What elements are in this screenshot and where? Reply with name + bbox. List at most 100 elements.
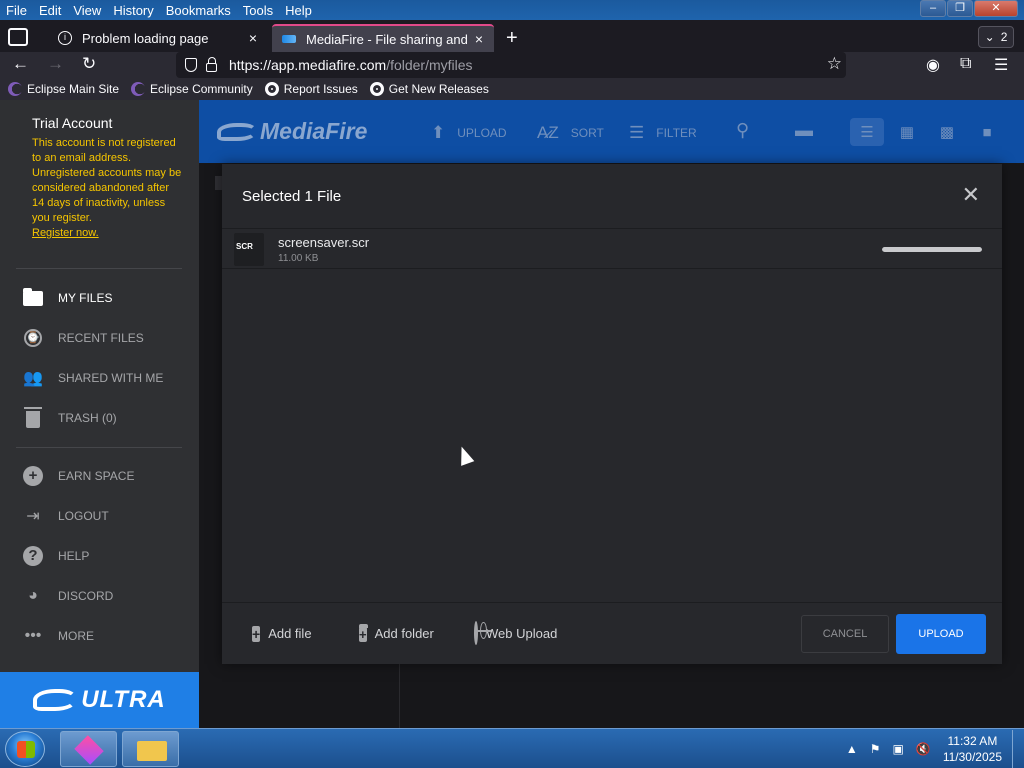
file-size: 11.00 KB [278, 253, 319, 264]
menu-history[interactable]: History [107, 3, 159, 18]
bookmark-report-issues[interactable]: Report Issues [264, 82, 358, 96]
add-file-label: Add file [268, 626, 312, 641]
sort-az-icon: A̷Z [537, 123, 559, 142]
tab-problem-loading[interactable]: i Problem loading page × [48, 24, 268, 52]
taskbar-explorer[interactable] [122, 731, 179, 767]
sidebar-item-trash[interactable]: TRASH (0) [22, 407, 117, 429]
menu-bookmarks[interactable]: Bookmarks [160, 3, 237, 18]
sidebar-item-more[interactable]: ••• MORE [22, 625, 94, 647]
tab-mediafire[interactable]: MediaFire - File sharing and storage × [272, 24, 494, 52]
tab-list-icon[interactable] [8, 28, 28, 46]
folder-icon [22, 287, 44, 309]
search-icon[interactable]: ⚲ [736, 120, 756, 140]
globe-icon [474, 621, 478, 645]
tracking-shield-icon[interactable] [185, 58, 197, 72]
single-view-icon[interactable]: ■ [970, 118, 1004, 146]
restore-button[interactable]: ❐ [947, 0, 973, 17]
cancel-button[interactable]: CANCEL [801, 615, 889, 653]
sidebar-item-recent-files[interactable]: ⌚ RECENT FILES [22, 327, 144, 349]
menu-view[interactable]: View [67, 3, 107, 18]
sort-toolbar-button[interactable]: A̷Z SORT [537, 123, 604, 143]
minimize-button[interactable]: – [920, 0, 946, 17]
menu-file[interactable]: File [0, 3, 33, 18]
taskbar-firefox[interactable] [60, 731, 117, 767]
start-button[interactable] [5, 731, 45, 767]
small-grid-view-icon[interactable]: ▦ [890, 118, 924, 146]
forward-icon[interactable]: → [47, 54, 64, 74]
account-icon[interactable]: ◉ [926, 55, 940, 75]
tray-expand-icon[interactable]: ▲ [846, 742, 858, 756]
tab-close-icon[interactable]: × [470, 31, 488, 47]
network-icon[interactable]: ▣ [893, 742, 904, 756]
navigation-bar: ← → ↻ https://app.mediafire.com/folder/m… [0, 52, 1024, 78]
url-bar[interactable]: https://app.mediafire.com/folder/myfiles… [176, 52, 846, 78]
new-folder-icon[interactable]: ▬ [795, 120, 815, 140]
firefox-icon [74, 735, 104, 765]
sidebar-item-label: MY FILES [58, 291, 113, 305]
action-center-icon[interactable]: ⚑ [870, 742, 881, 756]
hamburger-menu-icon[interactable]: ☰ [994, 55, 1008, 75]
sidebar-item-label: DISCORD [58, 589, 114, 603]
add-folder-icon: + [359, 627, 367, 642]
menu-help[interactable]: Help [279, 3, 318, 18]
upload-toolbar-button[interactable]: ⬆ UPLOAD [431, 123, 507, 143]
sort-label: SORT [570, 126, 604, 140]
add-file-icon: + [252, 626, 261, 642]
add-folder-button[interactable]: + Add folder [359, 623, 434, 644]
sidebar-divider [16, 447, 182, 448]
info-icon: i [58, 31, 72, 45]
tab-label: MediaFire - File sharing and storage [306, 31, 470, 47]
new-tab-icon[interactable]: + [506, 27, 518, 50]
large-grid-view-icon[interactable]: ▩ [930, 118, 964, 146]
filter-label: FILTER [656, 126, 697, 140]
mediafire-logo[interactable]: MediaFire [217, 118, 367, 145]
bookmark-eclipse-community[interactable]: Eclipse Community [131, 82, 253, 96]
sidebar-item-discord[interactable]: ◕ DISCORD [22, 585, 113, 607]
mediafire-flame-icon [33, 689, 78, 711]
close-icon[interactable]: ✕ [962, 182, 980, 208]
tab-close-icon[interactable]: × [244, 30, 262, 46]
file-list-item[interactable]: SCR screensaver.scr 11.00 KB [222, 229, 1002, 269]
github-icon [264, 82, 279, 96]
file-type-badge: SCR [235, 242, 254, 251]
filter-toolbar-button[interactable]: ☰ FILTER [629, 123, 697, 143]
reload-icon[interactable]: ↻ [82, 54, 96, 74]
sidebar-item-shared[interactable]: 👥 SHARED WITH ME [22, 367, 163, 389]
bookmark-label: Eclipse Community [150, 82, 253, 96]
volume-muted-icon[interactable]: 🔇 [916, 742, 931, 756]
upload-progress-bar [882, 247, 982, 252]
list-view-icon[interactable]: ☰ [850, 118, 884, 146]
clock-time: 11:32 AM [947, 734, 998, 748]
register-link[interactable]: Register now. [32, 226, 182, 241]
bookmark-star-icon[interactable]: ☆ [827, 54, 842, 74]
extensions-icon[interactable]: ⧉ [960, 55, 971, 73]
sidebar-item-my-files[interactable]: MY FILES [22, 287, 112, 309]
tab-count-button[interactable]: ⌄ 2 [978, 26, 1014, 48]
dialog-header: Selected 1 File ✕ [222, 164, 1002, 229]
eclipse-icon [131, 82, 146, 96]
menu-edit[interactable]: Edit [33, 3, 67, 18]
bookmark-eclipse-main[interactable]: Eclipse Main Site [8, 82, 119, 96]
bookmark-new-releases[interactable]: Get New Releases [369, 82, 489, 96]
ultra-upgrade-banner[interactable]: ULTRA [0, 672, 199, 728]
windows-logo-icon [17, 741, 35, 758]
window-close-button[interactable]: ✕ [974, 0, 1018, 17]
clock-date: 11/30/2025 [942, 750, 1002, 764]
lock-icon[interactable] [206, 56, 217, 72]
system-tray: ▲ ⚑ ▣ 🔇 11:32 AM 11/30/2025 [846, 729, 1024, 768]
add-file-button[interactable]: + Add file [252, 623, 312, 644]
back-icon[interactable]: ← [12, 54, 29, 74]
web-upload-button[interactable]: Web Upload [474, 621, 557, 645]
show-desktop-button[interactable] [1012, 730, 1024, 768]
upload-button[interactable]: UPLOAD [896, 614, 986, 654]
sidebar-item-help[interactable]: ? HELP [22, 545, 89, 567]
menu-tools[interactable]: Tools [237, 3, 279, 18]
sidebar-item-logout[interactable]: ⇥ LOGOUT [22, 505, 108, 527]
url-text[interactable]: https://app.mediafire.com/folder/myfiles [229, 57, 473, 73]
clock[interactable]: 11:32 AM 11/30/2025 [943, 733, 1002, 765]
sidebar-item-label: TRASH (0) [58, 411, 117, 425]
mediafire-favicon-icon [282, 35, 296, 43]
bookmark-label: Get New Releases [388, 82, 489, 96]
sidebar-item-earn-space[interactable]: + EARN SPACE [22, 465, 134, 487]
tab-label: Problem loading page [82, 30, 209, 46]
